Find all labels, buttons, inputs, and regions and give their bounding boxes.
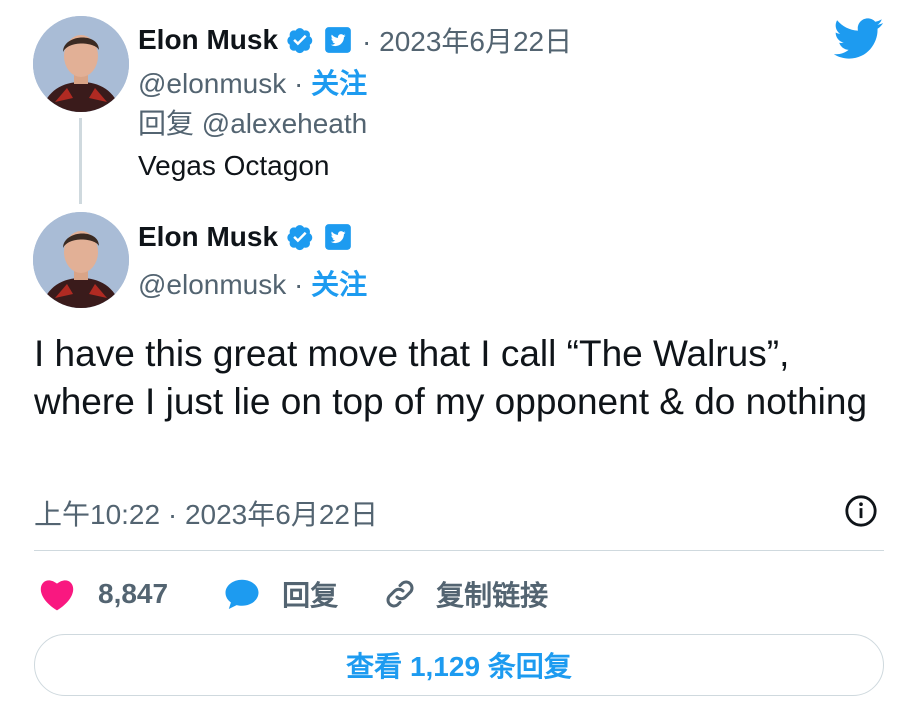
tweet-timestamp[interactable]: 上午10:22 · 2023年6月22日 (34, 493, 378, 533)
parent-tweet-text: Vegas Octagon (138, 150, 330, 181)
tweet-date[interactable]: · 2023年6月22日 (362, 20, 572, 60)
heart-icon (40, 580, 74, 611)
like-button[interactable]: 8,847 (38, 577, 168, 611)
parent-name-row: Elon Musk · 2023年6月22日 (138, 20, 572, 60)
twitter-affiliate-icon (325, 27, 351, 53)
link-icon (386, 580, 414, 608)
reply-label: 回复 (282, 580, 339, 611)
reply-to-label[interactable]: 回复 @alexeheath (138, 102, 367, 142)
view-replies-button[interactable]: 查看 1,129 条回复 (34, 634, 884, 696)
author-name[interactable]: Elon Musk (138, 221, 278, 253)
verified-badge-icon (287, 28, 313, 54)
copy-link-label: 复制链接 (436, 580, 549, 611)
twitter-affiliate-icon (325, 224, 351, 250)
verified-badge-icon (287, 225, 313, 251)
author-handle[interactable]: @elonmusk (138, 269, 286, 300)
twitter-bird-icon (834, 18, 884, 59)
thread-connector-line (79, 118, 82, 204)
reply-button[interactable]: 回复 (224, 574, 338, 614)
follow-button[interactable]: 关注 (311, 68, 367, 99)
author-handle[interactable]: @elonmusk (138, 68, 286, 99)
parent-avatar[interactable] (33, 16, 129, 112)
like-count: 8,847 (98, 578, 169, 609)
divider (34, 550, 884, 551)
info-icon[interactable] (844, 494, 878, 528)
author-name[interactable]: Elon Musk (138, 24, 278, 56)
separator-dot: · (286, 269, 312, 300)
main-avatar[interactable] (33, 212, 129, 308)
copy-link-button[interactable]: 复制链接 (382, 574, 548, 614)
separator-dot: · (286, 68, 312, 99)
main-tweet-text: I have this great move that I call “The … (34, 333, 868, 422)
speech-bubble-icon (225, 579, 259, 609)
action-bar: 8,847 回复 复制链接 (34, 570, 548, 618)
parent-handle-row: @elonmusk · 关注 (138, 62, 367, 102)
main-handle-row: @elonmusk · 关注 (138, 263, 367, 303)
follow-button[interactable]: 关注 (311, 269, 367, 300)
main-name-row: Elon Musk (138, 221, 352, 253)
